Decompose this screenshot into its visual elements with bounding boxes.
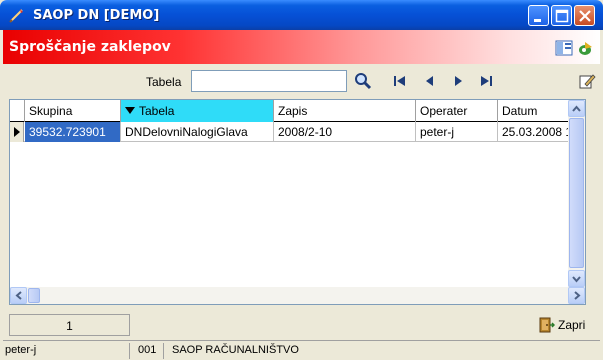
- scroll-right-button[interactable]: [568, 287, 585, 304]
- app-icon: [9, 9, 23, 23]
- cell-tabela[interactable]: DNDelovniNalogiGlava: [121, 122, 274, 142]
- vertical-scrollbar[interactable]: [568, 100, 585, 287]
- edit-icon[interactable]: [578, 72, 596, 90]
- column-skupina[interactable]: Skupina: [25, 100, 121, 122]
- status-bar: peter-j 001 SAOP RAČUNALNIŠTVO: [3, 340, 600, 360]
- close-window-button[interactable]: [574, 5, 595, 26]
- column-tabela-label: Tabela: [139, 104, 175, 118]
- previous-record-icon[interactable]: [421, 72, 439, 90]
- column-operater[interactable]: Operater: [416, 100, 498, 122]
- chevron-down-icon: [572, 276, 581, 283]
- exit-door-icon: [539, 317, 555, 333]
- status-divider: [129, 343, 130, 359]
- current-row-icon: [14, 127, 20, 137]
- maximize-icon: [555, 9, 569, 23]
- close-button[interactable]: Zapri: [535, 314, 595, 336]
- header-indicator: [10, 100, 25, 122]
- chevron-right-icon: [574, 291, 581, 300]
- scroll-up-button[interactable]: [568, 100, 585, 117]
- status-divider: [163, 343, 164, 359]
- cell-operater[interactable]: peter-j: [416, 122, 498, 142]
- status-company: SAOP RAČUNALNIŠTVO: [172, 344, 299, 356]
- window-titlebar: SAOP DN [DEMO]: [0, 0, 603, 30]
- record-counter: 1: [9, 314, 130, 336]
- row-indicator: [10, 122, 24, 142]
- column-tabela[interactable]: Tabela: [121, 100, 274, 122]
- cell-zapis[interactable]: 2008/2-10: [274, 122, 416, 142]
- locks-grid[interactable]: Skupina Tabela Zapis Operater Datum 3953…: [9, 99, 586, 305]
- status-code: 001: [138, 344, 157, 356]
- export-icon[interactable]: [577, 40, 595, 56]
- sort-desc-icon: [125, 107, 135, 114]
- form-title: Sproščanje zaklepov: [9, 39, 171, 55]
- table-filter-label: Tabela: [146, 75, 182, 89]
- table-filter-input[interactable]: [191, 70, 347, 92]
- close-button-label: Zapri: [558, 318, 586, 332]
- window-title: SAOP DN [DEMO]: [33, 8, 160, 23]
- chevron-up-icon: [572, 105, 581, 112]
- cell-skupina[interactable]: 39532.723901: [25, 122, 121, 142]
- last-record-icon[interactable]: [477, 72, 495, 90]
- maximize-button[interactable]: [551, 5, 572, 26]
- minimize-icon: [534, 19, 541, 22]
- scroll-down-button[interactable]: [568, 270, 585, 287]
- chevron-left-icon: [15, 291, 22, 300]
- search-icon[interactable]: [354, 72, 372, 90]
- horizontal-scrollbar[interactable]: [10, 287, 585, 304]
- form-header: Sproščanje zaklepov: [3, 30, 600, 64]
- layout-icon[interactable]: [555, 40, 573, 56]
- table-row[interactable]: 39532.723901 DNDelovniNalogiGlava 2008/2…: [10, 122, 585, 142]
- scroll-left-button[interactable]: [10, 287, 27, 304]
- column-zapis[interactable]: Zapis: [274, 100, 416, 122]
- horizontal-scroll-thumb[interactable]: [28, 288, 40, 303]
- first-record-icon[interactable]: [391, 72, 409, 90]
- toolbar: Tabela: [3, 64, 600, 98]
- next-record-icon[interactable]: [449, 72, 467, 90]
- grid-header: Skupina Tabela Zapis Operater Datum: [10, 100, 585, 122]
- status-user: peter-j: [5, 344, 37, 356]
- close-icon: [579, 10, 591, 22]
- vertical-scroll-thumb[interactable]: [569, 118, 584, 268]
- minimize-button[interactable]: [528, 5, 549, 26]
